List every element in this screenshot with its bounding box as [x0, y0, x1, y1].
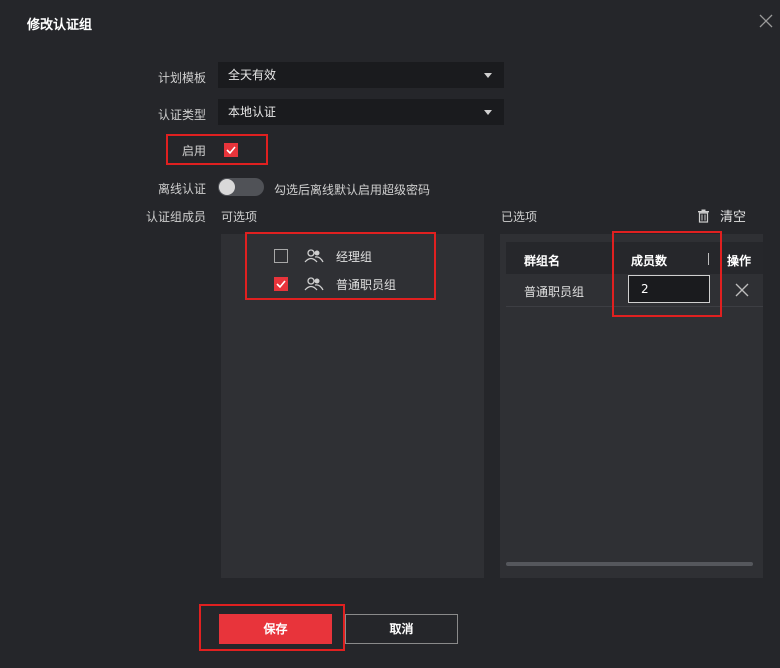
group-name-cell: 普通职员组 [524, 285, 585, 299]
member-label: 普通职员组 [336, 277, 397, 292]
trash-icon [698, 209, 709, 223]
auth-type-label: 认证类型 [157, 108, 206, 122]
dialog-title: 修改认证组 [27, 18, 93, 33]
clear-label: 清空 [720, 210, 747, 225]
toggle-knob [219, 179, 235, 195]
user-group-icon [304, 277, 324, 291]
plan-template-select[interactable]: 全天有效 [218, 62, 504, 88]
chevron-down-icon [484, 110, 492, 115]
user-group-icon [304, 249, 324, 263]
checkmark-icon [276, 280, 286, 289]
cancel-button[interactable]: 取消 [345, 614, 458, 644]
members-label: 认证组成员 [145, 210, 206, 224]
horizontal-scrollbar[interactable] [506, 562, 753, 566]
remove-icon[interactable] [735, 283, 749, 297]
list-item[interactable]: 普通职员组 [274, 274, 396, 294]
list-item[interactable]: 经理组 [274, 246, 372, 266]
member-checkbox-manager[interactable] [274, 249, 288, 263]
selected-header: 已选项 [501, 210, 538, 224]
close-icon[interactable] [757, 12, 775, 30]
offline-auth-toggle[interactable] [218, 178, 264, 196]
auth-type-value: 本地认证 [228, 105, 277, 119]
chevron-down-icon [484, 73, 492, 78]
member-label: 经理组 [336, 249, 373, 264]
offline-auth-label: 离线认证 [157, 182, 206, 196]
member-checkbox-staff[interactable] [274, 277, 288, 291]
edit-auth-group-dialog: 修改认证组 计划模板 全天有效 认证类型 本地认证 启用 离线认证 勾选后离线默… [0, 0, 780, 668]
auth-type-select[interactable]: 本地认证 [218, 99, 504, 125]
available-header: 可选项 [221, 210, 258, 224]
plan-template-value: 全天有效 [228, 68, 277, 82]
checkmark-icon [226, 146, 236, 155]
enable-label: 启用 [181, 144, 206, 158]
save-button[interactable]: 保存 [219, 614, 332, 644]
offline-hint: 勾选后离线默认启用超级密码 [274, 183, 431, 197]
clear-button[interactable]: 清空 [697, 206, 746, 225]
column-header-actions: 操作 [727, 254, 752, 268]
column-header-group-name: 群组名 [524, 254, 561, 268]
plan-template-label: 计划模板 [157, 71, 206, 85]
enable-checkbox[interactable] [224, 143, 238, 157]
annotation-box-member-count [612, 231, 722, 317]
